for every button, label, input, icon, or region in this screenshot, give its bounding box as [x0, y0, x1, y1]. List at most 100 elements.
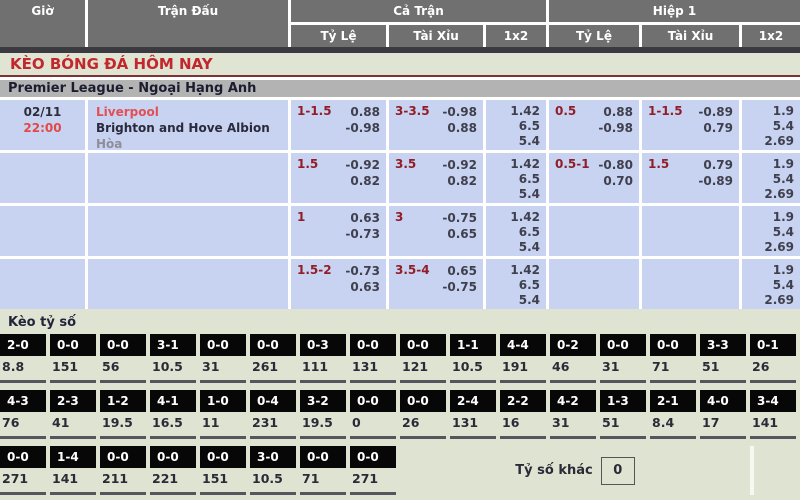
score-bet-cell[interactable]: 0-0 56 — [100, 334, 146, 383]
h1-under-odds[interactable]: -0.89 — [698, 173, 733, 189]
h1-overunder-cell[interactable]: 1-1.5 -0.89 0.79 — [642, 100, 739, 150]
ft-over-odds[interactable]: -0.92 — [442, 157, 477, 173]
score-bet-cell[interactable]: 2-0 8.8 — [0, 334, 46, 383]
score-label[interactable]: 3-4 — [750, 390, 796, 412]
ft-over-odds[interactable]: 0.65 — [447, 263, 477, 279]
ft-overunder-cell[interactable]: 3-3.5 -0.98 0.88 — [389, 100, 483, 150]
score-bet-cell[interactable]: 0-0 131 — [350, 334, 396, 383]
score-bet-cell[interactable]: 1-3 51 — [600, 390, 646, 439]
score-label[interactable]: 2-3 — [50, 390, 96, 412]
score-label[interactable]: 0-0 — [400, 390, 446, 412]
ft-1x2-home-odds[interactable]: 1.42 — [486, 263, 540, 278]
h1-handicap-cell[interactable]: 0.5-1 -0.80 0.70 — [549, 153, 639, 203]
h1-1x2-draw-odds[interactable]: 5.4 — [742, 119, 794, 134]
score-bet-cell[interactable]: 4-0 17 — [700, 390, 746, 439]
ft-handicap-home-odds[interactable]: 0.88 — [350, 104, 380, 120]
score-bet-cell[interactable]: 0-0 121 — [400, 334, 446, 383]
h1-handicap-away-odds[interactable]: -0.98 — [598, 120, 633, 136]
score-bet-cell[interactable]: 0-2 46 — [550, 334, 596, 383]
score-bet-cell[interactable]: 0-0 151 — [200, 446, 246, 495]
ft-handicap-away-odds[interactable]: 0.82 — [350, 173, 380, 189]
score-label[interactable]: 0-0 — [650, 334, 696, 356]
score-label[interactable]: 0-0 — [100, 334, 146, 356]
h1-overunder-cell[interactable] — [642, 206, 739, 256]
h1-over-odds[interactable]: -0.89 — [698, 104, 733, 120]
h1-1x2-home-odds[interactable]: 1.9 — [742, 263, 794, 278]
ft-1x2-away-odds[interactable]: 5.4 — [486, 240, 540, 255]
ft-handicap-cell[interactable]: 1.5-2 -0.73 0.63 — [291, 259, 386, 309]
h1-1x2-away-odds[interactable]: 2.69 — [742, 187, 794, 202]
ft-1x2-cell[interactable]: 1.42 6.5 5.4 — [486, 100, 546, 150]
score-label[interactable]: 0-3 — [300, 334, 346, 356]
h1-1x2-cell[interactable]: 1.9 5.4 2.69 — [742, 100, 800, 150]
score-label[interactable]: 1-4 — [50, 446, 96, 468]
h1-1x2-cell[interactable]: 1.9 5.4 2.69 — [742, 206, 800, 256]
ft-1x2-draw-odds[interactable]: 6.5 — [486, 225, 540, 240]
ft-handicap-away-odds[interactable]: -0.98 — [345, 120, 380, 136]
ft-over-odds[interactable]: -0.98 — [442, 104, 477, 120]
h1-1x2-cell[interactable]: 1.9 5.4 2.69 — [742, 259, 800, 309]
match-teams-cell[interactable] — [88, 206, 288, 256]
ft-overunder-cell[interactable]: 3 -0.75 0.65 — [389, 206, 483, 256]
score-bet-cell[interactable]: 4-2 31 — [550, 390, 596, 439]
h1-1x2-draw-odds[interactable]: 5.4 — [742, 278, 794, 293]
ft-handicap-home-odds[interactable]: 0.63 — [350, 210, 380, 226]
ft-1x2-draw-odds[interactable]: 6.5 — [486, 119, 540, 134]
score-bet-cell[interactable]: 0-0 261 — [250, 334, 296, 383]
match-teams-cell[interactable] — [88, 259, 288, 309]
score-label[interactable]: 0-0 — [150, 446, 196, 468]
match-teams-cell[interactable] — [88, 153, 288, 203]
h1-handicap-cell[interactable] — [549, 259, 639, 309]
score-label[interactable]: 0-0 — [300, 446, 346, 468]
ft-1x2-home-odds[interactable]: 1.42 — [486, 104, 540, 119]
score-bet-cell[interactable]: 1-0 11 — [200, 390, 246, 439]
ft-under-odds[interactable]: -0.75 — [442, 279, 477, 295]
score-label[interactable]: 4-0 — [700, 390, 746, 412]
h1-1x2-home-odds[interactable]: 1.9 — [742, 104, 794, 119]
score-label[interactable]: 0-0 — [400, 334, 446, 356]
score-bet-cell[interactable]: 0-3 111 — [300, 334, 346, 383]
ft-overunder-cell[interactable]: 3.5-4 0.65 -0.75 — [389, 259, 483, 309]
h1-1x2-home-odds[interactable]: 1.9 — [742, 157, 794, 172]
score-label[interactable]: 0-0 — [600, 334, 646, 356]
score-label[interactable]: 4-4 — [500, 334, 546, 356]
score-bet-cell[interactable]: 0-0 221 — [150, 446, 196, 495]
score-bet-cell[interactable]: 2-2 16 — [500, 390, 546, 439]
score-label[interactable]: 0-0 — [350, 390, 396, 412]
score-bet-cell[interactable]: 2-1 8.4 — [650, 390, 696, 439]
ft-1x2-away-odds[interactable]: 5.4 — [486, 293, 540, 308]
score-bet-cell[interactable]: 1-2 19.5 — [100, 390, 146, 439]
ft-handicap-away-odds[interactable]: 0.63 — [350, 279, 380, 295]
ft-handicap-home-odds[interactable]: -0.92 — [345, 157, 380, 173]
score-bet-cell[interactable]: 4-1 16.5 — [150, 390, 196, 439]
ft-1x2-away-odds[interactable]: 5.4 — [486, 134, 540, 149]
score-bet-cell[interactable]: 0-0 71 — [650, 334, 696, 383]
ft-handicap-cell[interactable]: 1 0.63 -0.73 — [291, 206, 386, 256]
score-label[interactable]: 4-3 — [0, 390, 46, 412]
score-bet-cell[interactable]: 0-0 26 — [400, 390, 446, 439]
score-bet-cell[interactable]: 0-0 151 — [50, 334, 96, 383]
h1-handicap-home-odds[interactable]: -0.80 — [598, 157, 633, 173]
score-label[interactable]: 4-1 — [150, 390, 196, 412]
score-label[interactable]: 1-2 — [100, 390, 146, 412]
h1-handicap-cell[interactable]: 0.5 0.88 -0.98 — [549, 100, 639, 150]
score-bet-cell[interactable]: 1-1 10.5 — [450, 334, 496, 383]
ft-1x2-away-odds[interactable]: 5.4 — [486, 187, 540, 202]
h1-1x2-draw-odds[interactable]: 5.4 — [742, 225, 794, 240]
h1-over-odds[interactable]: 0.79 — [703, 157, 733, 173]
h1-handicap-home-odds[interactable]: 0.88 — [603, 104, 633, 120]
h1-1x2-away-odds[interactable]: 2.69 — [742, 240, 794, 255]
ft-1x2-draw-odds[interactable]: 6.5 — [486, 278, 540, 293]
h1-1x2-away-odds[interactable]: 2.69 — [742, 134, 794, 149]
ft-1x2-home-odds[interactable]: 1.42 — [486, 210, 540, 225]
score-bet-cell[interactable]: 4-4 191 — [500, 334, 546, 383]
ft-under-odds[interactable]: 0.88 — [447, 120, 477, 136]
score-label[interactable]: 2-4 — [450, 390, 496, 412]
ft-under-odds[interactable]: 0.65 — [447, 226, 477, 242]
ft-1x2-draw-odds[interactable]: 6.5 — [486, 172, 540, 187]
ft-overunder-cell[interactable]: 3.5 -0.92 0.82 — [389, 153, 483, 203]
score-bet-cell[interactable]: 3-0 10.5 — [250, 446, 296, 495]
h1-1x2-cell[interactable]: 1.9 5.4 2.69 — [742, 153, 800, 203]
score-label[interactable]: 0-0 — [100, 446, 146, 468]
score-label[interactable]: 3-2 — [300, 390, 346, 412]
